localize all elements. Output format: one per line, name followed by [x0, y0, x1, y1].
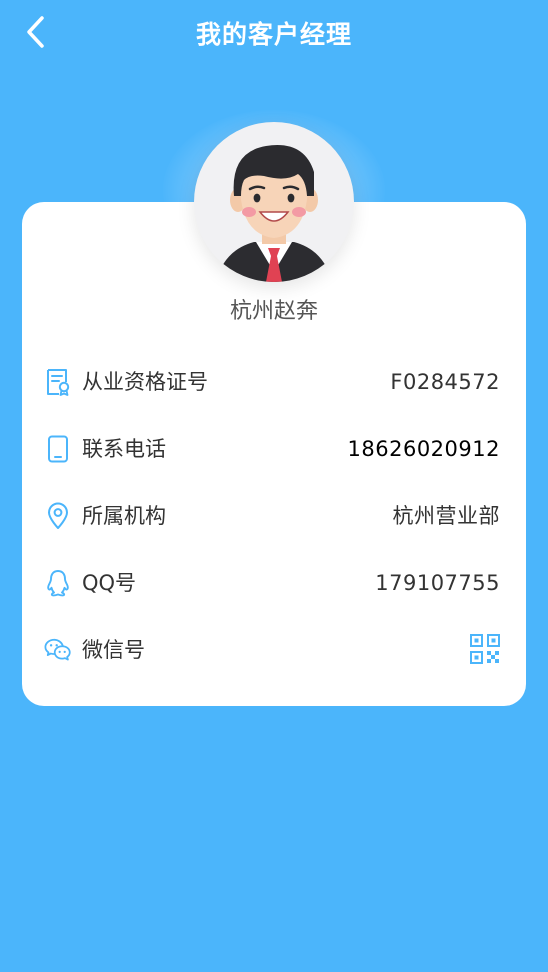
row-organization: 所属机构 杭州营业部 [22, 486, 526, 546]
row-certificate-number: 从业资格证号 F0284572 [22, 352, 526, 412]
organization-value: 杭州营业部 [392, 504, 500, 528]
qr-code-icon [470, 634, 500, 664]
qr-code-button[interactable] [470, 634, 500, 664]
page-title: 我的客户经理 [195, 20, 352, 49]
qq-icon [44, 569, 72, 597]
row-label: QQ号 [82, 571, 137, 595]
certificate-value: F0284572 [390, 370, 500, 394]
row-phone: 联系电话 18626020912 [22, 419, 526, 479]
row-qq: QQ号 179107755 [22, 553, 526, 613]
phone-icon [44, 435, 72, 463]
avatar [194, 122, 354, 282]
row-label: 所属机构 [82, 504, 166, 528]
row-label: 从业资格证号 [82, 370, 208, 394]
manager-avatar-icon [216, 145, 332, 282]
qq-value: 179107755 [375, 571, 500, 595]
row-label: 微信号 [82, 638, 145, 662]
row-wechat: 微信号 [22, 620, 526, 680]
header: 我的客户经理 [0, 0, 548, 64]
certificate-icon [44, 368, 72, 396]
phone-value[interactable]: 18626020912 [348, 435, 500, 463]
row-label: 联系电话 [82, 437, 166, 461]
location-pin-icon [44, 502, 72, 530]
screen: 我的客户经理 杭州赵奔 从业资格证号 F0284572 联系电话 1862602… [0, 0, 548, 972]
wechat-icon [44, 636, 72, 664]
manager-name: 杭州赵奔 [229, 299, 318, 324]
